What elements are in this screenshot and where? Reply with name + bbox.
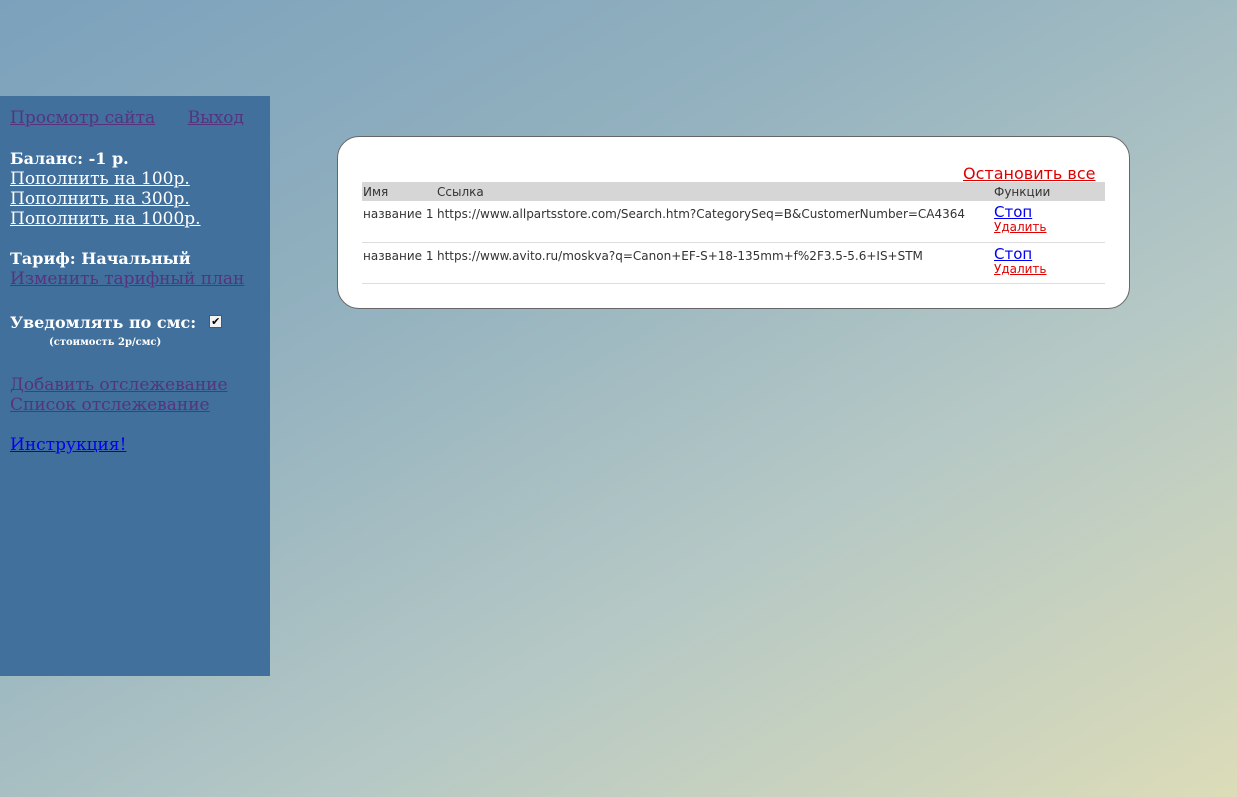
table-row: название 1 https://www.avito.ru/moskva?q… — [362, 242, 1105, 284]
header-functions: Функции — [993, 182, 1105, 201]
top-links: Просмотр сайта Выход — [10, 108, 244, 128]
row-link: https://www.allpartsstore.com/Search.htm… — [436, 201, 993, 243]
tracking-panel: Остановить все Имя Ссылка Функции назван… — [337, 136, 1130, 309]
list-tracking-link[interactable]: Список отслежевание — [10, 395, 210, 415]
stop-all-button[interactable]: Остановить все — [963, 164, 1096, 183]
check-mark-icon: ✔ — [211, 315, 221, 328]
instructions-link[interactable]: Инструкция! — [10, 435, 126, 455]
sms-row: Уведомлять по смс: ✔ — [10, 313, 260, 333]
sms-label: Уведомлять по смс: — [10, 313, 197, 332]
row-functions: Стоп Удалить — [993, 242, 1105, 284]
change-tariff-link[interactable]: Изменить тарифный план — [10, 269, 244, 289]
delete-button[interactable]: Удалить — [994, 220, 1104, 234]
tracking-table: Имя Ссылка Функции название 1 https://ww… — [362, 182, 1105, 284]
table-header-row: Имя Ссылка Функции — [362, 182, 1105, 201]
row-name: название 1 — [362, 242, 436, 284]
stop-button[interactable]: Стоп — [994, 204, 1104, 220]
row-link: https://www.avito.ru/moskva?q=Canon+EF-S… — [436, 242, 993, 284]
header-link: Ссылка — [436, 182, 993, 201]
row-functions: Стоп Удалить — [993, 201, 1105, 243]
header-name: Имя — [362, 182, 436, 201]
sms-checkbox[interactable]: ✔ — [209, 315, 223, 328]
sms-cost-note: (стоимость 2р/смс) — [49, 337, 162, 348]
table-row: название 1 https://www.allpartsstore.com… — [362, 201, 1105, 243]
logout-link[interactable]: Выход — [188, 108, 244, 128]
delete-button[interactable]: Удалить — [994, 262, 1104, 276]
topup-1000-link[interactable]: Пополнить на 1000р. — [10, 209, 201, 229]
sidebar: Просмотр сайта Выход Баланс: -1 р. Попол… — [0, 96, 270, 676]
stop-button[interactable]: Стоп — [994, 246, 1104, 262]
tariff-label: Тариф: Начальный — [10, 249, 191, 268]
row-name: название 1 — [362, 201, 436, 243]
topup-300-link[interactable]: Пополнить на 300р. — [10, 189, 190, 209]
topup-100-link[interactable]: Пополнить на 100р. — [10, 169, 190, 189]
balance-label: Баланс: -1 р. — [10, 149, 129, 168]
view-site-link[interactable]: Просмотр сайта — [10, 108, 155, 128]
add-tracking-link[interactable]: Добавить отслежевание — [10, 375, 228, 395]
